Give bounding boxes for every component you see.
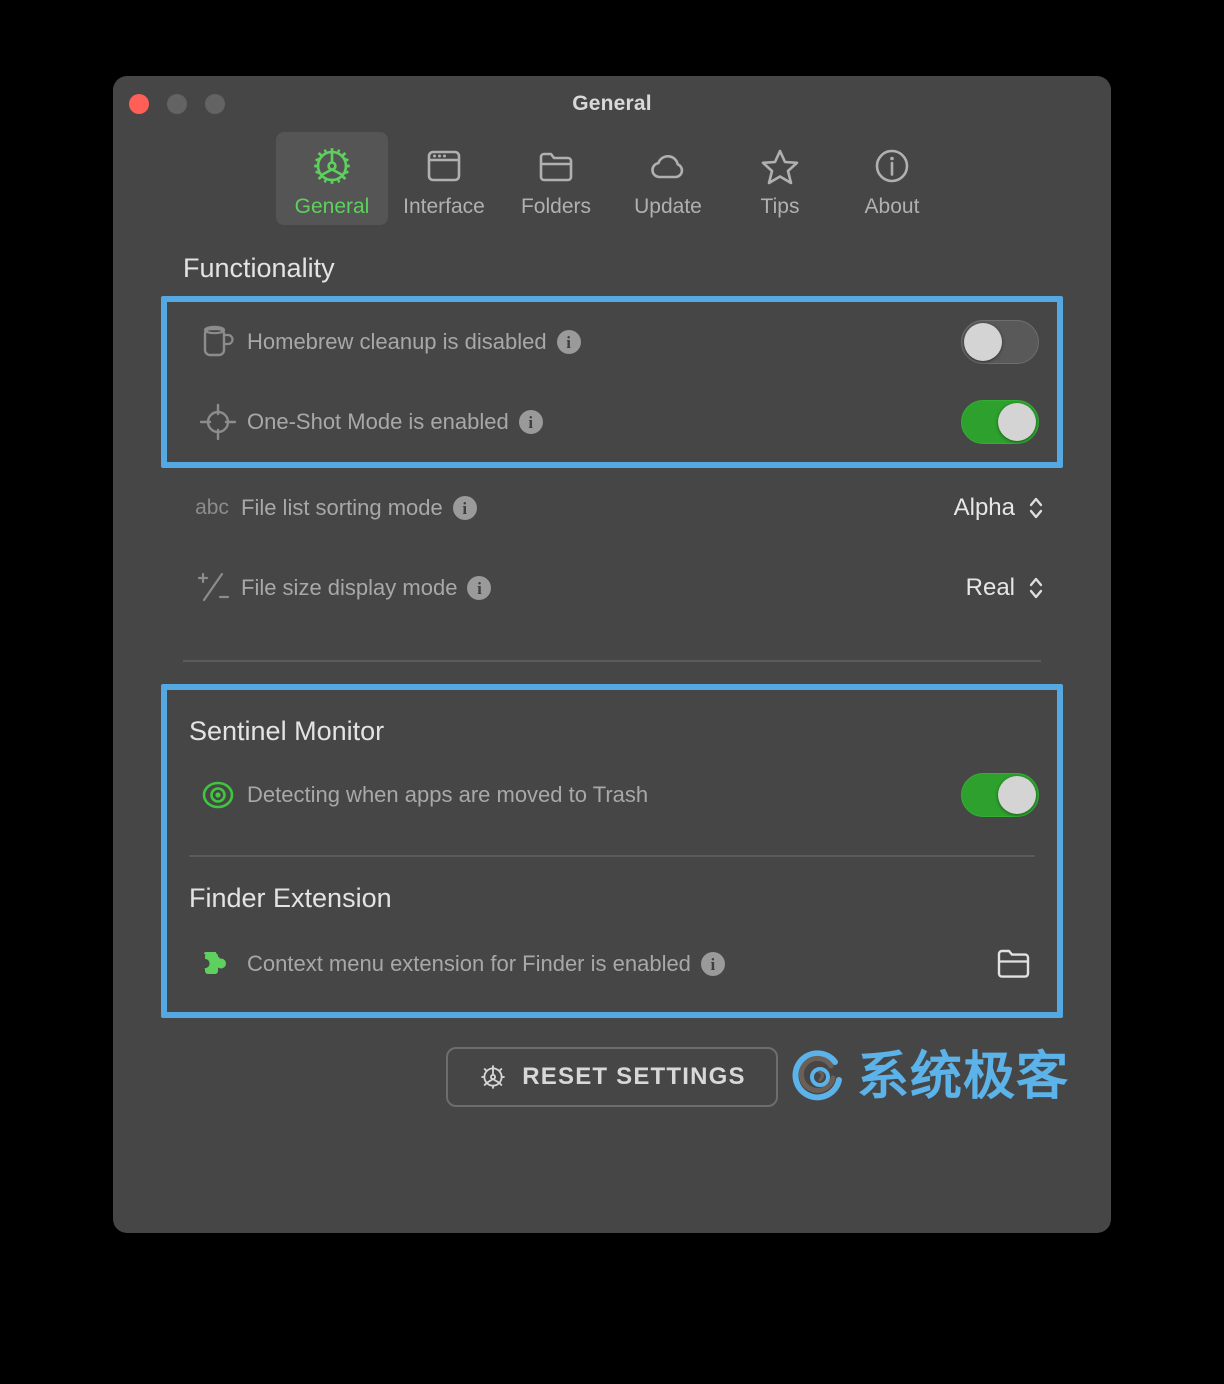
toolbar-item-tips[interactable]: Tips [724, 132, 836, 225]
folder-icon [533, 142, 579, 190]
crosshair-icon [189, 401, 247, 443]
row-homebrew-cleanup[interactable]: Homebrew cleanup is disabled i [167, 302, 1057, 382]
row-label-one-shot: One-Shot Mode is enabled i [247, 409, 961, 435]
eye-target-icon [189, 774, 247, 816]
chevron-updown-icon[interactable] [1027, 573, 1045, 603]
watermark: 系统极客 [789, 1046, 1069, 1108]
title-bar: General [113, 76, 1111, 132]
preferences-toolbar: General Interface Folders Update Tips Ab… [113, 132, 1111, 235]
chevron-updown-icon[interactable] [1027, 493, 1045, 523]
puzzle-piece-icon [189, 944, 247, 984]
cloud-icon [645, 142, 691, 190]
label-text: Context menu extension for Finder is ena… [247, 951, 691, 976]
preferences-content: Functionality Homebrew cleanup is disabl… [113, 235, 1111, 1136]
toolbar-item-about[interactable]: About [836, 132, 948, 225]
row-control-finder-ext[interactable] [993, 943, 1039, 985]
open-folder-button[interactable] [993, 943, 1039, 985]
gear-icon [478, 1062, 508, 1092]
toggle-knob [998, 403, 1036, 441]
row-sentinel-detect[interactable]: Detecting when apps are moved to Trash [167, 749, 1057, 841]
finder-extension-heading: Finder Extension [189, 883, 392, 913]
info-icon[interactable]: i [556, 330, 581, 354]
plus-over-minus-icon [183, 566, 241, 610]
toolbar-item-interface[interactable]: Interface [388, 132, 500, 225]
sentinel-finder-highlight-box: Sentinel Monitor Detecting when apps are… [161, 684, 1063, 1018]
toolbar-label-interface: Interface [403, 195, 485, 218]
row-file-size-display[interactable]: File size display mode i Real [161, 548, 1063, 628]
watermark-logo-icon [789, 1046, 851, 1108]
toolbar-label-folders: Folders [520, 195, 592, 218]
star-icon [757, 142, 803, 190]
toggle-knob [998, 776, 1036, 814]
label-text: Detecting when apps are moved to Trash [247, 782, 649, 807]
toolbar-label-tips: Tips [760, 195, 800, 218]
toolbar-item-folders[interactable]: Folders [500, 132, 612, 225]
row-file-list-sorting[interactable]: abc File list sorting mode i Alpha [161, 468, 1063, 548]
row-control-sorting[interactable]: Alpha [954, 493, 1045, 523]
functionality-plain-rows: abc File list sorting mode i Alpha File … [161, 468, 1063, 684]
reset-settings-button[interactable]: RESET SETTINGS [446, 1047, 778, 1107]
toolbar-label-general: General [294, 195, 370, 218]
row-finder-extension[interactable]: Context menu extension for Finder is ena… [167, 916, 1057, 1012]
preferences-window: General General Interface Folders Update… [113, 76, 1111, 1233]
toolbar-label-update: Update [634, 195, 702, 218]
sorting-mode-value: Alpha [953, 494, 1015, 521]
window-icon [421, 142, 467, 190]
info-circle-icon [869, 142, 915, 190]
row-control-size-display[interactable]: Real [966, 573, 1045, 603]
row-label-homebrew: Homebrew cleanup is disabled i [247, 329, 961, 355]
abc-icon: abc [195, 496, 229, 519]
one-shot-mode-toggle[interactable] [961, 400, 1039, 444]
row-control-sentinel [961, 773, 1039, 817]
size-display-value: Real [965, 574, 1015, 601]
window-title: General [572, 92, 652, 115]
functionality-heading: Functionality [183, 253, 335, 283]
toolbar-item-general[interactable]: General [276, 132, 388, 225]
toggle-knob [964, 323, 1002, 361]
row-label-finder-ext: Context menu extension for Finder is ena… [247, 951, 993, 977]
mug-icon [189, 320, 247, 364]
row-label-sorting: File list sorting mode i [241, 495, 954, 521]
row-label-sentinel: Detecting when apps are moved to Trash [247, 782, 961, 808]
row-control-homebrew [961, 320, 1039, 364]
watermark-text: 系统极客 [856, 1047, 1069, 1107]
label-text: One-Shot Mode is enabled [247, 409, 509, 434]
info-icon[interactable]: i [467, 576, 492, 600]
label-text: File list sorting mode [241, 495, 443, 520]
label-text: Homebrew cleanup is disabled [247, 329, 547, 354]
homebrew-cleanup-toggle[interactable] [961, 320, 1039, 364]
sentinel-monitor-toggle[interactable] [961, 773, 1039, 817]
label-text: File size display mode [241, 575, 458, 600]
sentinel-heading: Sentinel Monitor [189, 716, 385, 746]
info-icon[interactable]: i [700, 952, 725, 976]
info-icon[interactable]: i [518, 410, 543, 434]
row-label-size-display: File size display mode i [241, 575, 966, 601]
reset-settings-label: RESET SETTINGS [522, 1063, 746, 1090]
functionality-highlight-box: Homebrew cleanup is disabled i One-Shot … [161, 296, 1063, 468]
row-one-shot-mode[interactable]: One-Shot Mode is enabled i [167, 382, 1057, 462]
toolbar-item-update[interactable]: Update [612, 132, 724, 225]
folder-icon [997, 949, 1030, 978]
info-icon[interactable]: i [452, 496, 477, 520]
toolbar-label-about: About [864, 195, 920, 218]
gear-icon [309, 142, 355, 190]
footer-bar: RESET SETTINGS 系统极客 [113, 1018, 1111, 1136]
row-control-one-shot [961, 400, 1039, 444]
